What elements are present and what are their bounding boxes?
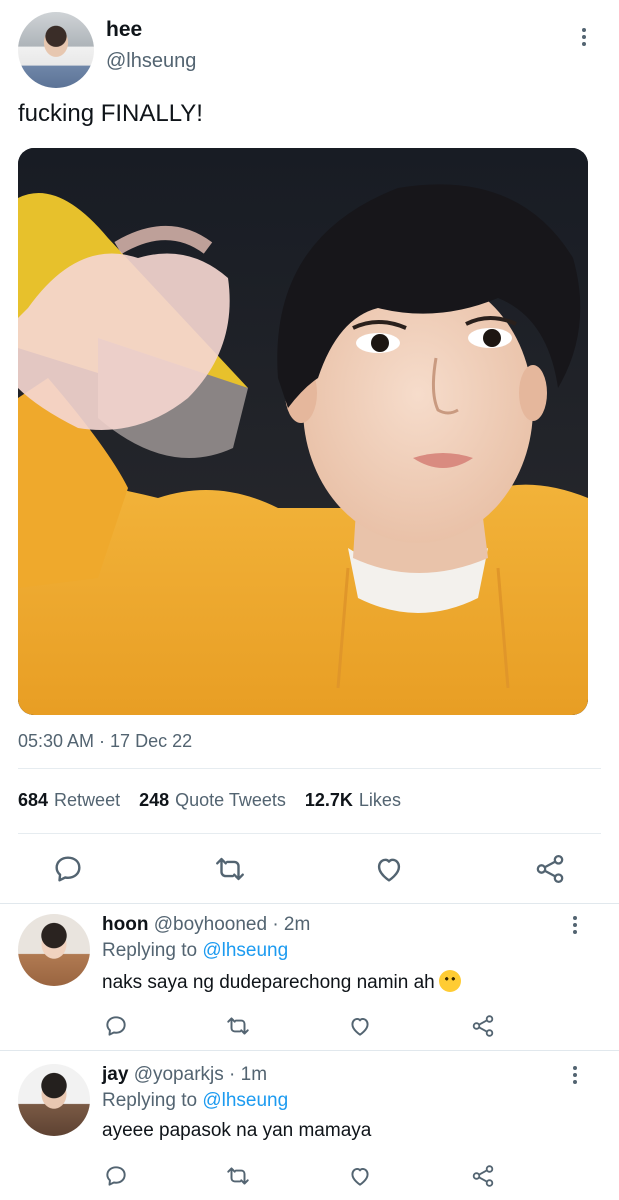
tweet-text: fucking FINALLY!	[18, 100, 203, 127]
section-divider	[0, 903, 619, 904]
share-icon[interactable]	[533, 852, 567, 886]
author-handle[interactable]: @lhseung	[106, 50, 196, 73]
quotes-label: Quote Tweets	[175, 790, 286, 810]
divider	[18, 833, 601, 834]
tweet-media-image[interactable]	[18, 148, 588, 715]
reply-text: ayeee papasok na yan mamaya	[102, 1120, 372, 1141]
replying-prefix: Replying to	[102, 940, 198, 961]
reply-avatar[interactable]	[18, 1064, 90, 1136]
reply-avatar[interactable]	[18, 914, 90, 986]
tweet-stats: 684 Retweet 248 Quote Tweets 12.7K Likes	[18, 790, 401, 811]
tweet-header: hee @lhseung	[18, 12, 603, 90]
retweet-icon[interactable]	[213, 852, 247, 886]
tweet-timestamp[interactable]: 05:30 AM · 17 Dec 22	[18, 731, 192, 752]
more-options-icon[interactable]	[569, 916, 581, 936]
like-icon[interactable]	[372, 852, 406, 886]
replying-to-line: Replying to @lhseung	[102, 940, 288, 962]
quotes-stat[interactable]: 248 Quote Tweets	[139, 790, 286, 811]
mention-link[interactable]: @lhseung	[202, 940, 288, 961]
reply-author-name[interactable]: jay	[102, 1064, 128, 1085]
retweets-stat[interactable]: 684 Retweet	[18, 790, 120, 811]
retweet-icon[interactable]	[225, 1163, 251, 1189]
retweets-label: Retweet	[54, 790, 121, 810]
like-icon[interactable]	[347, 1013, 373, 1039]
like-icon[interactable]	[347, 1163, 373, 1189]
reply-author-name[interactable]: hoon	[102, 914, 148, 935]
quotes-count: 248	[139, 790, 170, 810]
reply-time: · 2m	[272, 914, 311, 935]
tweet-detail-page: hee @lhseung fucking FINALLY! 05:30 AM ·…	[0, 0, 619, 1200]
reply-icon[interactable]	[103, 1013, 129, 1039]
author-name[interactable]: hee	[106, 18, 142, 42]
reply-icon[interactable]	[103, 1163, 129, 1189]
reply-action-bar	[0, 1011, 619, 1041]
more-options-icon[interactable]	[569, 1066, 581, 1086]
hugging-face-emoji-icon	[438, 970, 461, 992]
reply-author-handle[interactable]: @boyhooned	[154, 914, 267, 935]
reply-text-body: naks saya ng dudeparechong namin ah	[102, 972, 435, 993]
share-icon[interactable]	[470, 1163, 496, 1189]
section-divider	[0, 1050, 619, 1051]
reply-header: jay @yoparkjs · 1m	[102, 1064, 267, 1086]
reply-icon[interactable]	[51, 852, 85, 886]
retweets-count: 684	[18, 790, 49, 810]
reply-action-bar	[0, 1161, 619, 1191]
mention-link[interactable]: @lhseung	[202, 1090, 288, 1111]
likes-count: 12.7K	[304, 790, 353, 810]
replying-to-line: Replying to @lhseung	[102, 1090, 288, 1112]
replying-prefix: Replying to	[102, 1090, 198, 1111]
reply-text: naks saya ng dudeparechong namin ah	[102, 970, 461, 994]
share-icon[interactable]	[470, 1013, 496, 1039]
reply-header: hoon @boyhooned · 2m	[102, 914, 310, 936]
likes-label: Likes	[358, 790, 401, 810]
tweet-action-bar	[0, 848, 619, 892]
likes-stat[interactable]: 12.7K Likes	[305, 790, 401, 811]
more-options-icon[interactable]	[577, 28, 591, 50]
divider	[18, 768, 601, 769]
photo-illustration	[18, 148, 588, 715]
author-avatar[interactable]	[18, 12, 94, 88]
retweet-icon[interactable]	[225, 1013, 251, 1039]
reply-time: · 1m	[229, 1064, 268, 1085]
reply-author-handle[interactable]: @yoparkjs	[134, 1064, 224, 1085]
